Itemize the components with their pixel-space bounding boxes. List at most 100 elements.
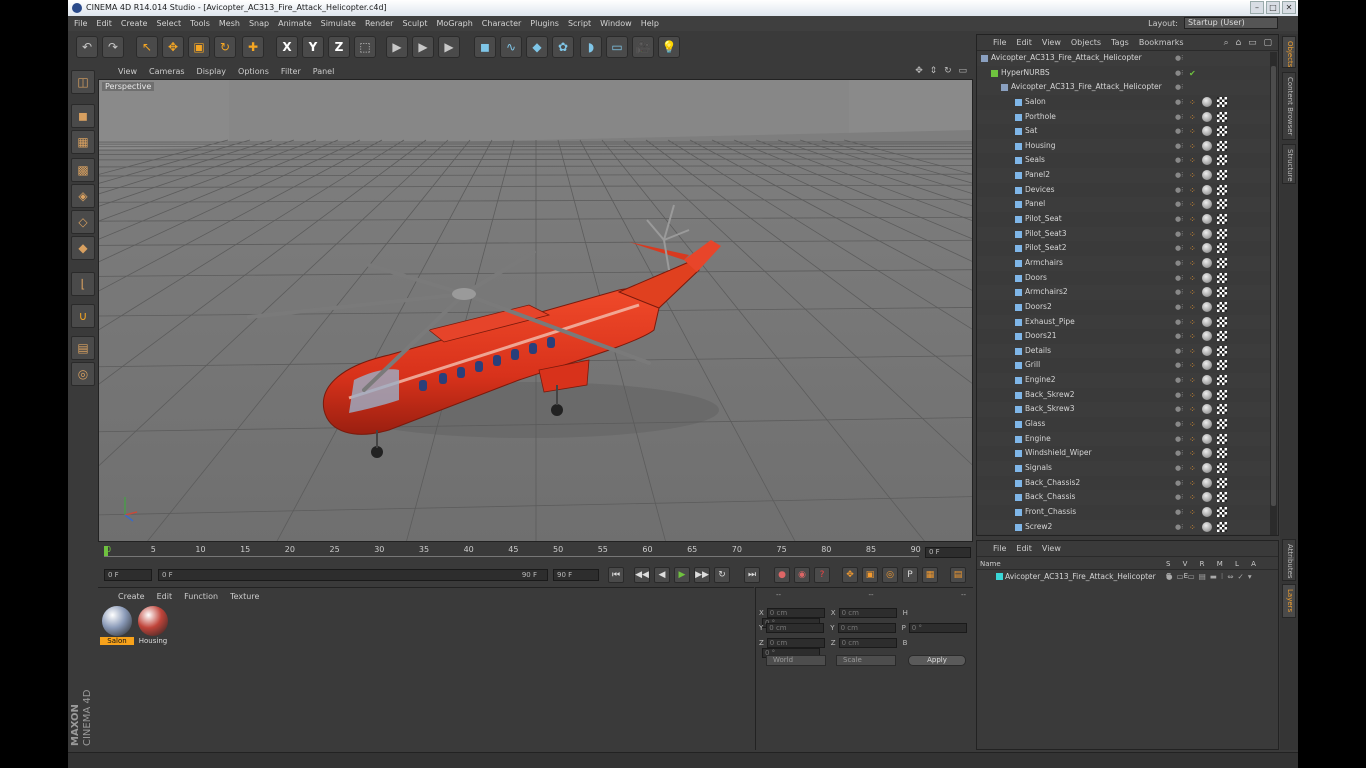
phong-tag-icon[interactable]: ⁘ [1189,272,1197,283]
material-tag-icon[interactable] [1202,506,1212,517]
object-row-exhaust_pipe[interactable]: Exhaust_Pipe ●⁝ ⁘ [977,314,1278,330]
texture-tag-icon[interactable] [1217,140,1227,151]
object-row-glass[interactable]: Glass ●⁝ ⁘ [977,417,1278,432]
object-row-grill[interactable]: Grill ●⁝ ⁘ [977,358,1278,373]
autokeying-icon[interactable]: ◉ [794,567,810,583]
phong-tag-icon[interactable]: ⁘ [1189,286,1197,297]
coordinate-mode-dropdown[interactable]: World [766,655,826,666]
material-tag-icon[interactable] [1202,316,1212,327]
x-axis-icon[interactable]: X [276,36,298,58]
scale-icon[interactable]: ▣ [188,36,210,58]
material-tag-icon[interactable] [1202,214,1212,225]
object-row-porthole[interactable]: Porthole ●⁝ ⁘ [977,109,1278,125]
layer-menu-edit[interactable]: Edit [1016,544,1032,553]
material-menu-edit[interactable]: Edit [157,592,173,601]
side-tab-content-browser[interactable]: Content Browser [1282,72,1296,140]
object-name[interactable]: Back_Skrew2 [1025,388,1075,403]
undo-icon[interactable]: ↶ [76,36,98,58]
previous-key-button[interactable]: ◀◀ [634,567,650,583]
phong-tag-icon[interactable]: ⁘ [1189,184,1197,195]
object-name[interactable]: Avicopter_AC313_Fire_Attack_Helicopter [1011,80,1162,95]
scale-mode-dropdown[interactable]: Scale [836,655,896,666]
side-tab-objects[interactable]: Objects [1282,36,1296,68]
position-value-field[interactable]: 0 cm [766,638,825,648]
deformer-icon[interactable]: ◗ [580,36,602,58]
material-tag-icon[interactable] [1202,448,1212,459]
object-name[interactable]: Armchairs [1025,256,1063,271]
material-tag-icon[interactable] [1202,287,1212,298]
object-row-engine[interactable]: Engine ●⁝ ⁘ [977,431,1278,447]
visibility-dots[interactable]: ●⁝ [1175,461,1183,476]
phong-tag-icon[interactable]: ⁘ [1189,111,1197,122]
object-row-doors21[interactable]: Doors21 ●⁝ ⁘ [977,329,1278,344]
phong-tag-icon[interactable]: ⁘ [1189,521,1197,532]
object-name[interactable]: Exhaust_Pipe [1025,315,1075,330]
workplane-icon[interactable]: ▩ [71,158,95,182]
texture-tag-icon[interactable] [1217,301,1227,312]
object-row-hypernurbs[interactable]: HyperNURBS ●⁝ ✔ [977,66,1278,81]
object-name[interactable]: Pilot_Seat2 [1025,241,1067,256]
texture-tag-icon[interactable] [1217,433,1227,444]
material-tag-icon[interactable] [1202,331,1212,342]
object-row-devices[interactable]: Devices ●⁝ ⁘ [977,183,1278,198]
visibility-dots[interactable]: ●⁝ [1175,256,1183,271]
texture-tag-icon[interactable] [1217,316,1227,327]
layout-dropdown[interactable]: Startup (User) [1184,17,1278,29]
viewport-menu-view[interactable]: View [118,67,137,76]
menu-sculpt[interactable]: Sculpt [402,19,427,28]
timeline-window-icon[interactable]: ▤ [950,567,966,583]
texture-tag-icon[interactable] [1217,243,1227,254]
phong-tag-icon[interactable]: ⁘ [1189,374,1197,385]
phong-tag-icon[interactable]: ⁘ [1189,125,1197,136]
phong-tag-icon[interactable]: ⁘ [1189,359,1197,370]
visibility-dots[interactable]: ●⁝ [1175,505,1183,520]
edges-mode-icon[interactable]: ◇ [71,210,95,234]
preview-range-slider[interactable]: 0 F 90 F [158,569,548,581]
object-menu-tags[interactable]: Tags [1111,38,1129,47]
phong-tag-icon[interactable]: ⁘ [1189,316,1197,327]
texture-tag-icon[interactable] [1217,404,1227,415]
object-row-details[interactable]: Details ●⁝ ⁘ [977,343,1278,359]
material-tag-icon[interactable] [1202,170,1212,181]
model-mode-icon[interactable]: ◼ [71,104,95,128]
light-icon[interactable]: 💡 [658,36,680,58]
visibility-dots[interactable]: ●⁝ [1175,139,1183,154]
object-row-group[interactable]: Avicopter_AC313_Fire_Attack_Helicopter ●⁝ [977,80,1278,95]
material-tag-icon[interactable] [1202,257,1212,268]
object-name[interactable]: Devices [1025,183,1055,198]
viewport-menu-cameras[interactable]: Cameras [149,67,185,76]
coordinate-system-icon[interactable]: ⬚ [354,36,376,58]
record-active-objects-icon[interactable]: ● [774,567,790,583]
menu-render[interactable]: Render [365,19,393,28]
material-tag-icon[interactable] [1202,492,1212,503]
texture-tag-icon[interactable] [1217,287,1227,298]
texture-tag-icon[interactable] [1217,272,1227,283]
keyframe-selection-icon[interactable]: ? [814,567,830,583]
object-name[interactable]: Seals [1025,153,1045,168]
menu-animate[interactable]: Animate [278,19,312,28]
phong-tag-icon[interactable]: ⁘ [1189,242,1197,253]
visibility-dots[interactable]: ●⁝ [1175,476,1183,491]
texture-tag-icon[interactable] [1217,331,1227,342]
phong-tag-icon[interactable]: ⁘ [1189,228,1197,239]
object-row-panel2[interactable]: Panel2 ●⁝ ⁘ [977,168,1278,183]
parameter-key-icon[interactable]: P [902,567,918,583]
material-tag-icon[interactable] [1202,199,1212,210]
visibility-dots[interactable]: ●⁝ [1175,329,1183,344]
viewport-menu-display[interactable]: Display [197,67,227,76]
object-name[interactable]: Salon [1025,95,1046,110]
phong-tag-icon[interactable]: ⁘ [1189,213,1197,224]
visibility-dots[interactable]: ●⁝ [1175,168,1183,183]
polygons-mode-icon[interactable]: ◆ [71,236,95,260]
material-menu-texture[interactable]: Texture [230,592,259,601]
z-axis-icon[interactable]: Z [328,36,350,58]
object-row-windshield_wiper[interactable]: Windshield_Wiper ●⁝ ⁘ [977,446,1278,461]
phong-tag-icon[interactable]: ⁘ [1189,447,1197,458]
visibility-dots[interactable]: ●⁝ [1175,315,1183,330]
visibility-dots[interactable]: ●⁝ [1175,520,1183,535]
layer-flag-icons[interactable]: ●▭▭▤▬⁝⇔✓▾ [1166,570,1256,583]
material-tag-icon[interactable] [1202,126,1212,137]
visibility-dots[interactable]: ●⁝ [1175,417,1183,432]
render-view-icon[interactable]: ▶ [386,36,408,58]
object-row-armchairs2[interactable]: Armchairs2 ●⁝ ⁘ [977,285,1278,300]
